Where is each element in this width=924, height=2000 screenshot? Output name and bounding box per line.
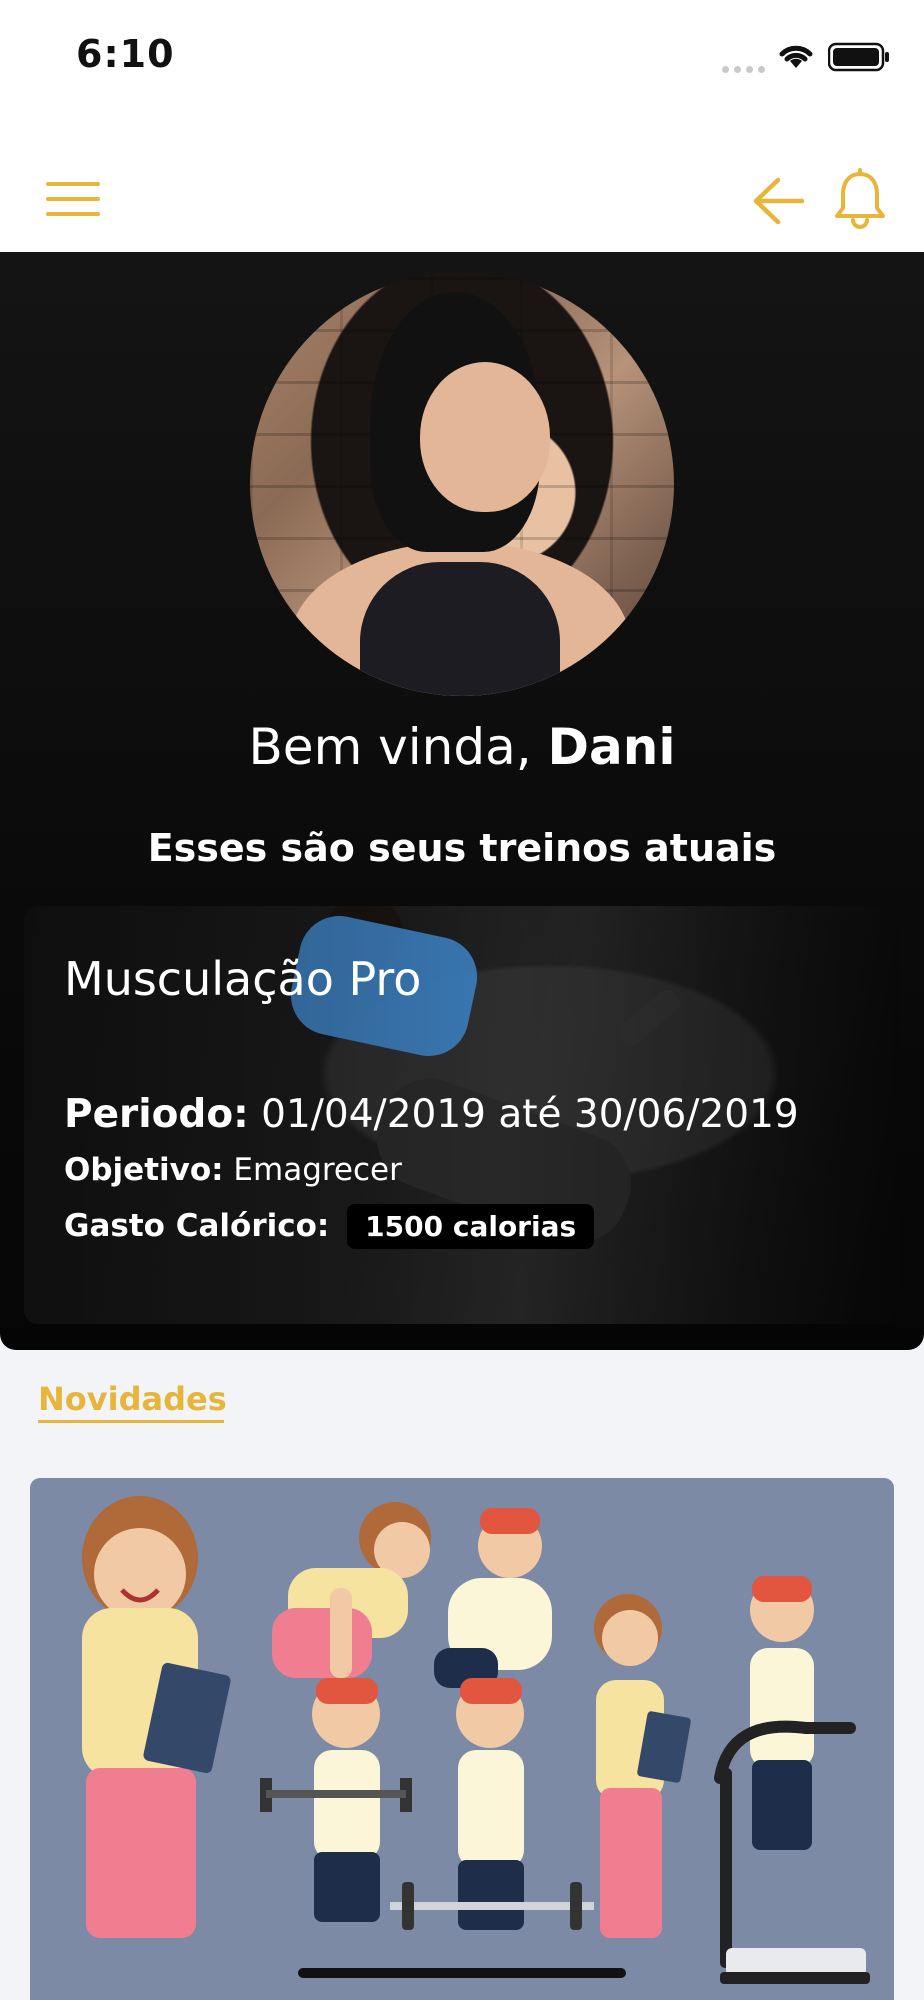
greeting: Bem vinda, (248, 718, 532, 776)
news-tab[interactable]: Novidades (38, 1380, 227, 1418)
home-indicator[interactable] (298, 1968, 626, 1978)
bell-icon[interactable] (832, 168, 888, 232)
workout-title: Musculação Pro (64, 952, 422, 1006)
menu-icon[interactable] (46, 180, 102, 220)
cellular-dots-icon (722, 58, 770, 77)
dumbbell-boy-illustration (260, 1678, 412, 1922)
section-subtitle: Esses são seus treinos atuais (147, 826, 777, 870)
period-value: 01/04/2019 até 30/06/2019 (261, 1092, 799, 1137)
status-bar: 6:10 (0, 0, 924, 120)
barbell-boy-illustration (390, 1678, 594, 1930)
workout-calories: Gasto Calórico: 1500 calorias (64, 1204, 595, 1249)
period-label: Periodo: (64, 1092, 249, 1137)
app-header (0, 120, 924, 252)
status-time: 6:10 (76, 32, 175, 76)
wifi-icon (779, 45, 813, 68)
battery-icon (828, 42, 889, 72)
workout-goal: Objetivo: Emagrecer (64, 1152, 402, 1188)
goal-label: Objetivo: (64, 1152, 224, 1188)
stretching-illustration (272, 1502, 552, 1688)
calories-label: Gasto Calórico: (64, 1208, 330, 1244)
calories-badge: 1500 calorias (347, 1204, 595, 1249)
avatar[interactable] (250, 272, 674, 696)
coach-woman-illustration (594, 1594, 691, 1938)
user-name: Dani (547, 718, 676, 776)
news-tab-underline (38, 1420, 224, 1423)
workout-card[interactable]: Musculação Pro Periodo: 01/04/2019 até 3… (24, 906, 900, 1324)
trainer-woman-illustration (82, 1496, 231, 1938)
welcome-text: Bem vinda, Dani (0, 718, 924, 776)
fitness-illustration (82, 1496, 870, 1984)
treadmill-illustration (714, 1576, 870, 1984)
back-arrow-icon[interactable] (752, 176, 806, 226)
news-card-image[interactable] (30, 1478, 894, 2000)
workout-period: Periodo: 01/04/2019 até 30/06/2019 (64, 1092, 799, 1137)
goal-value: Emagrecer (233, 1152, 402, 1188)
